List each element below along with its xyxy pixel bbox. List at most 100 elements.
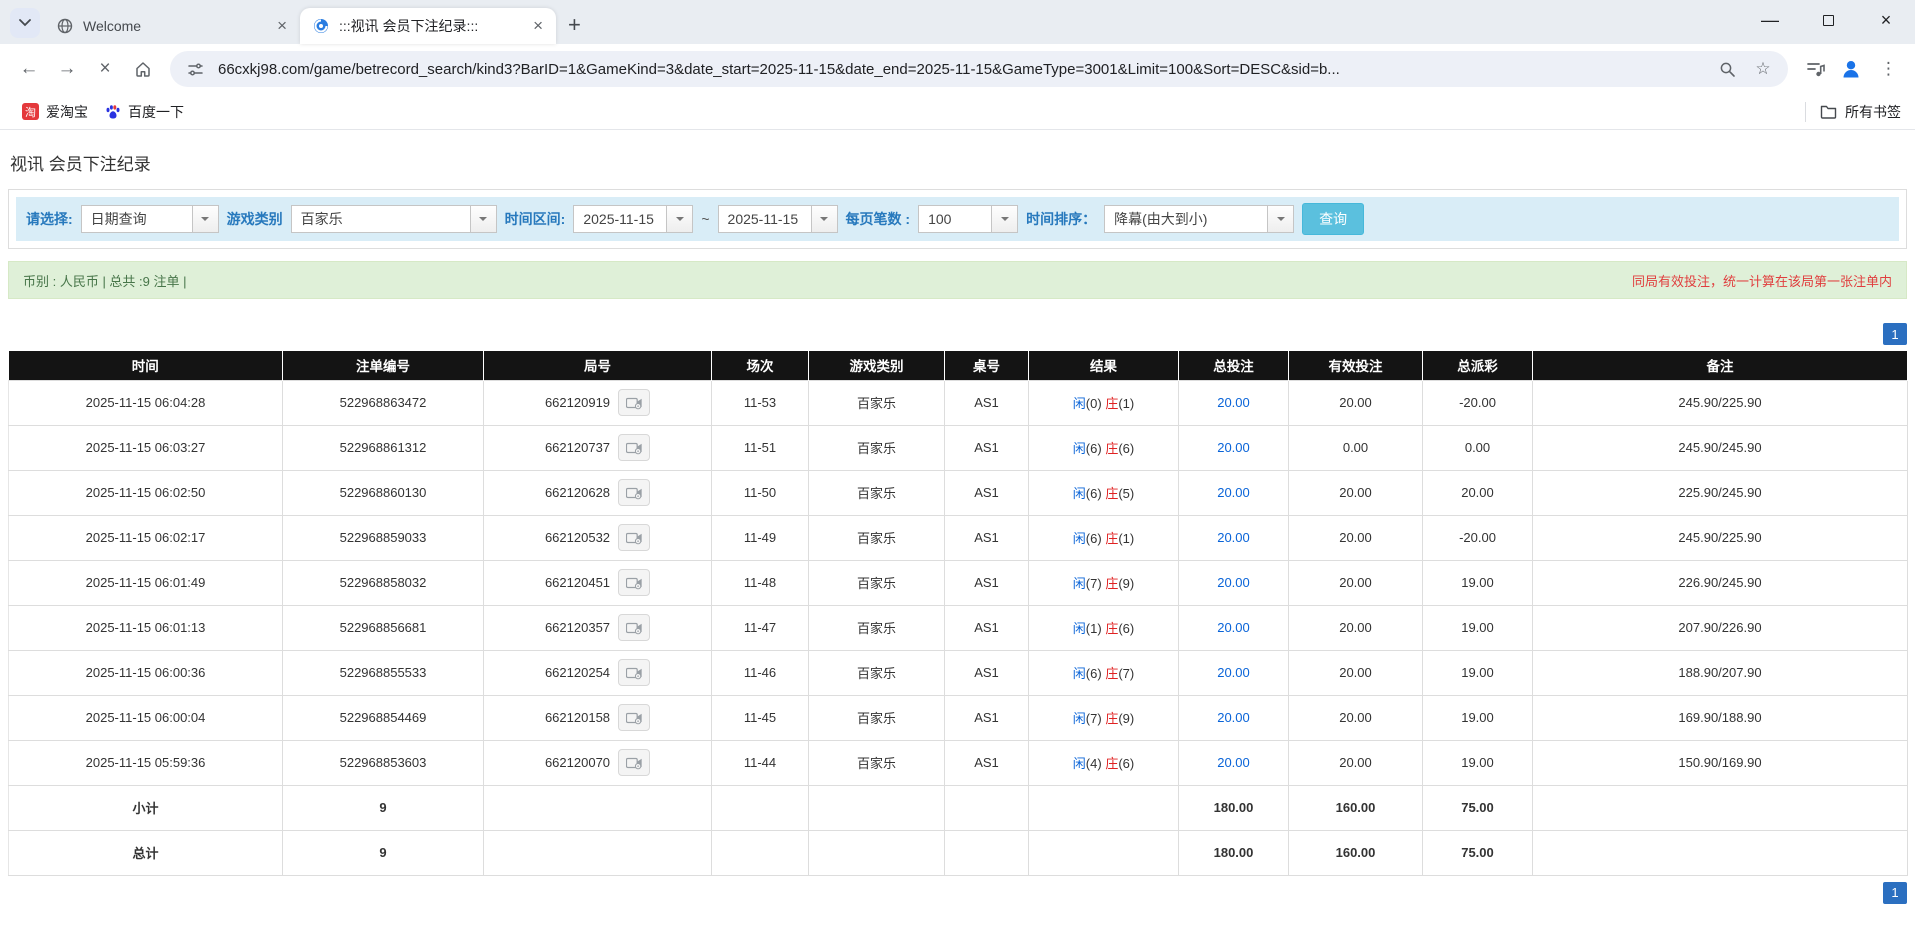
date-start-picker[interactable]: 2025-11-15 bbox=[573, 205, 693, 233]
table-number-cell: AS1 bbox=[945, 425, 1029, 470]
profile-avatar[interactable] bbox=[1838, 56, 1864, 82]
video-replay-button[interactable] bbox=[618, 659, 650, 686]
page-number-button[interactable]: 1 bbox=[1883, 882, 1907, 904]
round-id-cell: 662120628 bbox=[484, 470, 712, 515]
payout-cell: 19.00 bbox=[1423, 605, 1533, 650]
site-settings-icon[interactable] bbox=[182, 56, 208, 82]
zoom-icon[interactable] bbox=[1714, 56, 1740, 82]
browser-menu-icon[interactable]: ⋮ bbox=[1874, 59, 1903, 79]
video-replay-button[interactable] bbox=[618, 704, 650, 731]
minimize-button[interactable]: — bbox=[1741, 0, 1799, 40]
bet-id-cell: 522968859033 bbox=[283, 515, 484, 560]
game-type-cell: 百家乐 bbox=[809, 425, 945, 470]
site-favicon bbox=[312, 18, 329, 35]
video-replay-button[interactable] bbox=[618, 434, 650, 461]
tab-welcome[interactable]: Welcome × bbox=[44, 8, 300, 44]
chevron-down-icon[interactable] bbox=[666, 206, 692, 232]
video-replay-button[interactable] bbox=[618, 569, 650, 596]
table-number-cell: AS1 bbox=[945, 605, 1029, 650]
bookmark-taobao[interactable]: 淘 爱淘宝 bbox=[14, 98, 96, 126]
home-button[interactable] bbox=[126, 52, 160, 86]
date-range-label: 时间区间: bbox=[505, 209, 566, 229]
bookmark-label: 百度一下 bbox=[128, 102, 184, 122]
table-number-cell: AS1 bbox=[945, 470, 1029, 515]
total-bet-cell: 20.00 bbox=[1179, 650, 1289, 695]
total-bet-link[interactable]: 20.00 bbox=[1217, 395, 1250, 410]
bookmark-baidu[interactable]: 百度一下 bbox=[96, 98, 192, 126]
video-replay-button[interactable] bbox=[618, 614, 650, 641]
remark-cell: 225.90/245.90 bbox=[1533, 470, 1908, 515]
date-end-picker[interactable]: 2025-11-15 bbox=[718, 205, 838, 233]
col-bet-id: 注单编号 bbox=[283, 351, 484, 380]
table-row: 2025-11-15 06:01:49 522968858032 6621204… bbox=[9, 560, 1908, 605]
subtotal-valid-bet: 160.00 bbox=[1289, 785, 1423, 830]
new-tab-button[interactable]: + bbox=[556, 12, 593, 44]
total-bet-link[interactable]: 20.00 bbox=[1217, 755, 1250, 770]
valid-bet-cell: 20.00 bbox=[1289, 740, 1423, 785]
maximize-button[interactable] bbox=[1799, 0, 1857, 40]
media-controls-icon[interactable] bbox=[1802, 56, 1828, 82]
total-bet-link[interactable]: 20.00 bbox=[1217, 485, 1250, 500]
video-replay-button[interactable] bbox=[618, 524, 650, 551]
back-button[interactable]: ← bbox=[12, 52, 46, 86]
session-cell: 11-45 bbox=[712, 695, 809, 740]
session-cell: 11-49 bbox=[712, 515, 809, 560]
bet-id-cell: 522968856681 bbox=[283, 605, 484, 650]
tab-close-icon[interactable]: × bbox=[274, 16, 290, 36]
search-button[interactable]: 查询 bbox=[1302, 203, 1364, 235]
round-id-cell: 662120451 bbox=[484, 560, 712, 605]
table-header-row: 时间 注单编号 局号 场次 游戏类别 桌号 结果 总投注 有效投注 总派彩 备注 bbox=[9, 351, 1908, 380]
tab-search-button[interactable] bbox=[10, 8, 40, 38]
payout-cell: -20.00 bbox=[1423, 380, 1533, 425]
video-replay-button[interactable] bbox=[618, 389, 650, 416]
address-bar[interactable]: 66cxkj98.com/game/betrecord_search/kind3… bbox=[170, 51, 1788, 87]
game-type-cell: 百家乐 bbox=[809, 560, 945, 605]
total-bet-link[interactable]: 20.00 bbox=[1217, 530, 1250, 545]
time-sort-dropdown[interactable]: 降幕(由大到小) bbox=[1104, 205, 1294, 233]
remark-cell: 150.90/169.90 bbox=[1533, 740, 1908, 785]
summary-bar: 币别 : 人民币 | 总共 :9 注单 | 同局有效投注，统一计算在该局第一张注… bbox=[8, 261, 1907, 299]
tab-close-icon[interactable]: × bbox=[530, 16, 546, 36]
total-bet-link[interactable]: 20.00 bbox=[1217, 665, 1250, 680]
bookmark-star-icon[interactable]: ☆ bbox=[1750, 56, 1776, 82]
chevron-down-icon[interactable] bbox=[811, 206, 837, 232]
stop-loading-button[interactable]: × bbox=[88, 52, 122, 86]
payout-cell: 19.00 bbox=[1423, 695, 1533, 740]
time-sort-label: 时间排序： bbox=[1026, 209, 1096, 229]
game-category-dropdown[interactable]: 百家乐 bbox=[291, 205, 497, 233]
pagination-bottom: 1 bbox=[8, 876, 1907, 910]
bookmark-label: 爱淘宝 bbox=[46, 102, 88, 122]
result-cell: 闲(6) 庄(7) bbox=[1029, 650, 1179, 695]
page-number-button[interactable]: 1 bbox=[1883, 323, 1907, 345]
per-page-dropdown[interactable]: 100 bbox=[918, 205, 1018, 233]
video-camera-icon bbox=[626, 621, 643, 635]
bet-id-cell: 522968858032 bbox=[283, 560, 484, 605]
globe-icon bbox=[56, 18, 73, 35]
total-bet-link[interactable]: 20.00 bbox=[1217, 440, 1250, 455]
round-id-cell: 662120070 bbox=[484, 740, 712, 785]
total-bet-link[interactable]: 20.00 bbox=[1217, 575, 1250, 590]
chevron-down-icon[interactable] bbox=[470, 206, 496, 232]
close-window-button[interactable]: × bbox=[1857, 0, 1915, 40]
tab-bet-records[interactable]: :::视讯 会员下注纪录::: × bbox=[300, 8, 556, 44]
chevron-down-icon[interactable] bbox=[991, 206, 1017, 232]
forward-button[interactable]: → bbox=[50, 52, 84, 86]
total-payout: 75.00 bbox=[1423, 830, 1533, 875]
bet-id-cell: 522968855533 bbox=[283, 650, 484, 695]
video-replay-button[interactable] bbox=[618, 479, 650, 506]
round-id-cell: 662120158 bbox=[484, 695, 712, 740]
range-tilde: ~ bbox=[701, 211, 709, 227]
url-text[interactable]: 66cxkj98.com/game/betrecord_search/kind3… bbox=[218, 61, 1704, 78]
total-bet-link[interactable]: 20.00 bbox=[1217, 710, 1250, 725]
all-bookmarks[interactable]: 所有书签 bbox=[1805, 102, 1901, 122]
game-type-cell: 百家乐 bbox=[809, 515, 945, 560]
total-bet-link[interactable]: 20.00 bbox=[1217, 620, 1250, 635]
video-replay-button[interactable] bbox=[618, 749, 650, 776]
bet-id-cell: 522968861312 bbox=[283, 425, 484, 470]
chevron-down-icon[interactable] bbox=[1267, 206, 1293, 232]
valid-bet-cell: 20.00 bbox=[1289, 470, 1423, 515]
col-time: 时间 bbox=[9, 351, 283, 380]
chevron-down-icon[interactable] bbox=[192, 206, 218, 232]
query-type-dropdown[interactable]: 日期查询 bbox=[81, 205, 219, 233]
folder-icon bbox=[1820, 104, 1837, 119]
